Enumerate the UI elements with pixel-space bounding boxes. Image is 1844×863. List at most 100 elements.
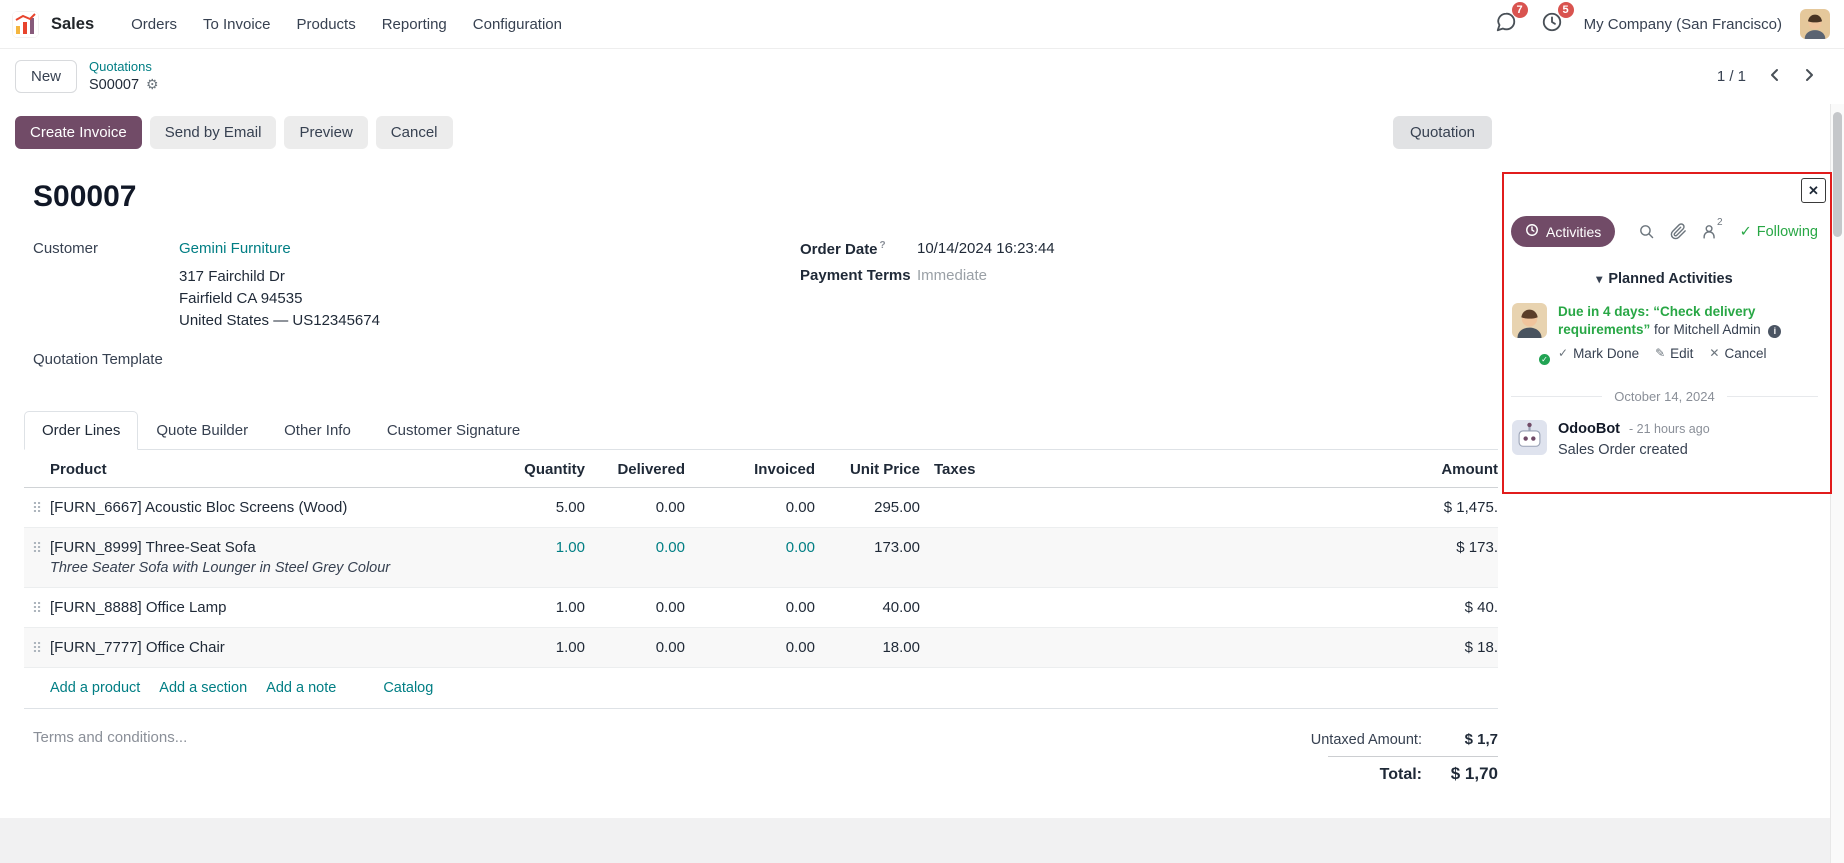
totals-divider xyxy=(1328,756,1498,757)
product-cell[interactable]: [FURN_6667] Acoustic Bloc Screens (Wood) xyxy=(50,499,490,516)
add-note-link[interactable]: Add a note xyxy=(266,680,336,696)
table-row: ⠿ [FURN_8999] Three-Seat Sofa Three Seat… xyxy=(24,528,1498,588)
odoobot-avatar xyxy=(1512,420,1547,461)
followers-icon[interactable]: 2 xyxy=(1702,223,1725,240)
vertical-scrollbar[interactable] xyxy=(1830,104,1844,863)
x-icon: ✕ xyxy=(1709,346,1719,362)
order-lines-table: Product Quantity Delivered Invoiced Unit… xyxy=(24,450,1498,709)
pager-next-button[interactable] xyxy=(1794,62,1824,92)
menu-configuration[interactable]: Configuration xyxy=(462,10,573,39)
navbar-right: 7 5 My Company (San Francisco) xyxy=(1492,8,1830,40)
paperclip-icon[interactable] xyxy=(1670,223,1687,240)
invoiced-cell[interactable]: 0.00 xyxy=(685,639,815,656)
pager: 1 / 1 xyxy=(1717,62,1824,92)
menu-orders[interactable]: Orders xyxy=(120,10,188,39)
table-footer-links: Add a product Add a section Add a note C… xyxy=(24,668,1498,709)
table-row: ⠿ [FURN_7777] Office Chair 1.00 0.00 0.0… xyxy=(24,628,1498,668)
info-icon[interactable]: i xyxy=(1768,325,1781,338)
activity-body: Due in 4 days: “Check delivery requireme… xyxy=(1558,303,1817,363)
drag-handle-icon[interactable]: ⠿ xyxy=(24,599,50,615)
messages-button[interactable]: 7 xyxy=(1492,8,1520,40)
search-icon[interactable] xyxy=(1638,223,1655,240)
activities-button[interactable]: Activities xyxy=(1511,216,1615,247)
company-switcher[interactable]: My Company (San Francisco) xyxy=(1584,16,1782,33)
tab-customer-signature[interactable]: Customer Signature xyxy=(369,411,538,450)
menu-reporting[interactable]: Reporting xyxy=(371,10,458,39)
message-text: Sales Order created xyxy=(1558,441,1710,461)
breadcrumb-current: S00007 xyxy=(89,76,139,94)
quantity-cell[interactable]: 1.00 xyxy=(490,599,585,616)
delivered-cell[interactable]: 0.00 xyxy=(585,539,685,556)
payment-terms-field[interactable]: Immediate xyxy=(917,267,987,284)
date-divider: October 14, 2024 xyxy=(1511,389,1818,404)
table-row: ⠿ [FURN_8888] Office Lamp 1.00 0.00 0.00… xyxy=(24,588,1498,628)
add-section-link[interactable]: Add a section xyxy=(159,680,247,696)
cancel-activity-button[interactable]: ✕ Cancel xyxy=(1709,345,1766,363)
mark-done-button[interactable]: ✓ Mark Done xyxy=(1558,345,1639,363)
drag-handle-icon[interactable]: ⠿ xyxy=(24,639,50,655)
unit-price-cell[interactable]: 18.00 xyxy=(815,639,920,656)
help-icon: ? xyxy=(880,240,886,251)
edit-activity-button[interactable]: ✎ Edit xyxy=(1655,345,1693,363)
customer-link[interactable]: Gemini Furniture xyxy=(179,240,291,257)
gear-icon[interactable]: ⚙ xyxy=(146,76,159,94)
send-by-email-button[interactable]: Send by Email xyxy=(150,116,277,149)
order-date-field[interactable]: 10/14/2024 16:23:44 xyxy=(917,240,1055,258)
cancel-button[interactable]: Cancel xyxy=(376,116,453,149)
chevron-right-icon xyxy=(1801,67,1817,86)
customer-label: Customer xyxy=(33,240,179,257)
delivered-cell[interactable]: 0.00 xyxy=(585,499,685,516)
planned-activities-header[interactable]: ▾Planned Activities xyxy=(1511,271,1818,287)
catalog-link[interactable]: Catalog xyxy=(383,680,433,696)
quantity-cell[interactable]: 5.00 xyxy=(490,499,585,516)
add-product-link[interactable]: Add a product xyxy=(50,680,140,696)
delivered-cell[interactable]: 0.00 xyxy=(585,639,685,656)
unit-price-cell[interactable]: 40.00 xyxy=(815,599,920,616)
invoiced-cell[interactable]: 0.00 xyxy=(685,599,815,616)
col-product: Product xyxy=(50,461,490,478)
new-button[interactable]: New xyxy=(15,60,77,93)
check-icon: ✓ xyxy=(1740,224,1752,240)
menu-products[interactable]: Products xyxy=(286,10,367,39)
status-badge-quotation[interactable]: Quotation xyxy=(1393,116,1492,149)
terms-placeholder[interactable]: Terms and conditions... xyxy=(33,729,187,786)
invoiced-cell[interactable]: 0.00 xyxy=(685,539,815,556)
product-cell[interactable]: [FURN_8888] Office Lamp xyxy=(50,599,490,616)
invoiced-cell[interactable]: 0.00 xyxy=(685,499,815,516)
address-line: 317 Fairchild Dr xyxy=(179,266,800,288)
activity-item: ✓ Due in 4 days: “Check delivery require… xyxy=(1511,303,1818,363)
activity-avatar[interactable]: ✓ xyxy=(1512,303,1547,363)
unit-price-cell[interactable]: 173.00 xyxy=(815,539,920,556)
form-column: Create Invoice Send by Email Preview Can… xyxy=(0,104,1498,863)
delivered-cell[interactable]: 0.00 xyxy=(585,599,685,616)
amount-cell: $ 18. xyxy=(1383,639,1498,656)
drag-handle-icon[interactable]: ⠿ xyxy=(24,539,50,555)
drag-handle-icon[interactable]: ⠿ xyxy=(24,499,50,515)
unit-price-cell[interactable]: 295.00 xyxy=(815,499,920,516)
quantity-cell[interactable]: 1.00 xyxy=(490,539,585,556)
create-invoice-button[interactable]: Create Invoice xyxy=(15,116,142,149)
close-icon[interactable]: ✕ xyxy=(1801,178,1826,203)
col-delivered: Delivered xyxy=(585,461,685,478)
breadcrumb-quotations[interactable]: Quotations xyxy=(89,59,159,75)
preview-button[interactable]: Preview xyxy=(284,116,367,149)
page-title: S00007 xyxy=(33,180,1498,214)
sheet-footer: Terms and conditions... Untaxed Amount: … xyxy=(33,729,1498,786)
tab-quote-builder[interactable]: Quote Builder xyxy=(138,411,266,450)
product-cell[interactable]: [FURN_7777] Office Chair xyxy=(50,639,490,656)
tab-order-lines[interactable]: Order Lines xyxy=(24,411,138,450)
apps-grid-icon[interactable] xyxy=(12,11,39,38)
app-name[interactable]: Sales xyxy=(51,15,94,34)
scrollbar-thumb[interactable] xyxy=(1833,112,1842,237)
menu-to-invoice[interactable]: To Invoice xyxy=(192,10,282,39)
pager-previous-button[interactable] xyxy=(1760,62,1790,92)
user-avatar[interactable] xyxy=(1800,9,1830,39)
following-button[interactable]: ✓ Following xyxy=(1740,224,1818,240)
quantity-cell[interactable]: 1.00 xyxy=(490,639,585,656)
activities-menu-button[interactable]: 5 xyxy=(1538,8,1566,40)
payment-terms-label: Payment Terms xyxy=(800,267,917,284)
activity-due: Due in 4 days: xyxy=(1558,304,1650,319)
content-area: Create Invoice Send by Email Preview Can… xyxy=(0,104,1844,863)
tab-other-info[interactable]: Other Info xyxy=(266,411,369,450)
product-cell[interactable]: [FURN_8999] Three-Seat Sofa Three Seater… xyxy=(50,539,490,576)
